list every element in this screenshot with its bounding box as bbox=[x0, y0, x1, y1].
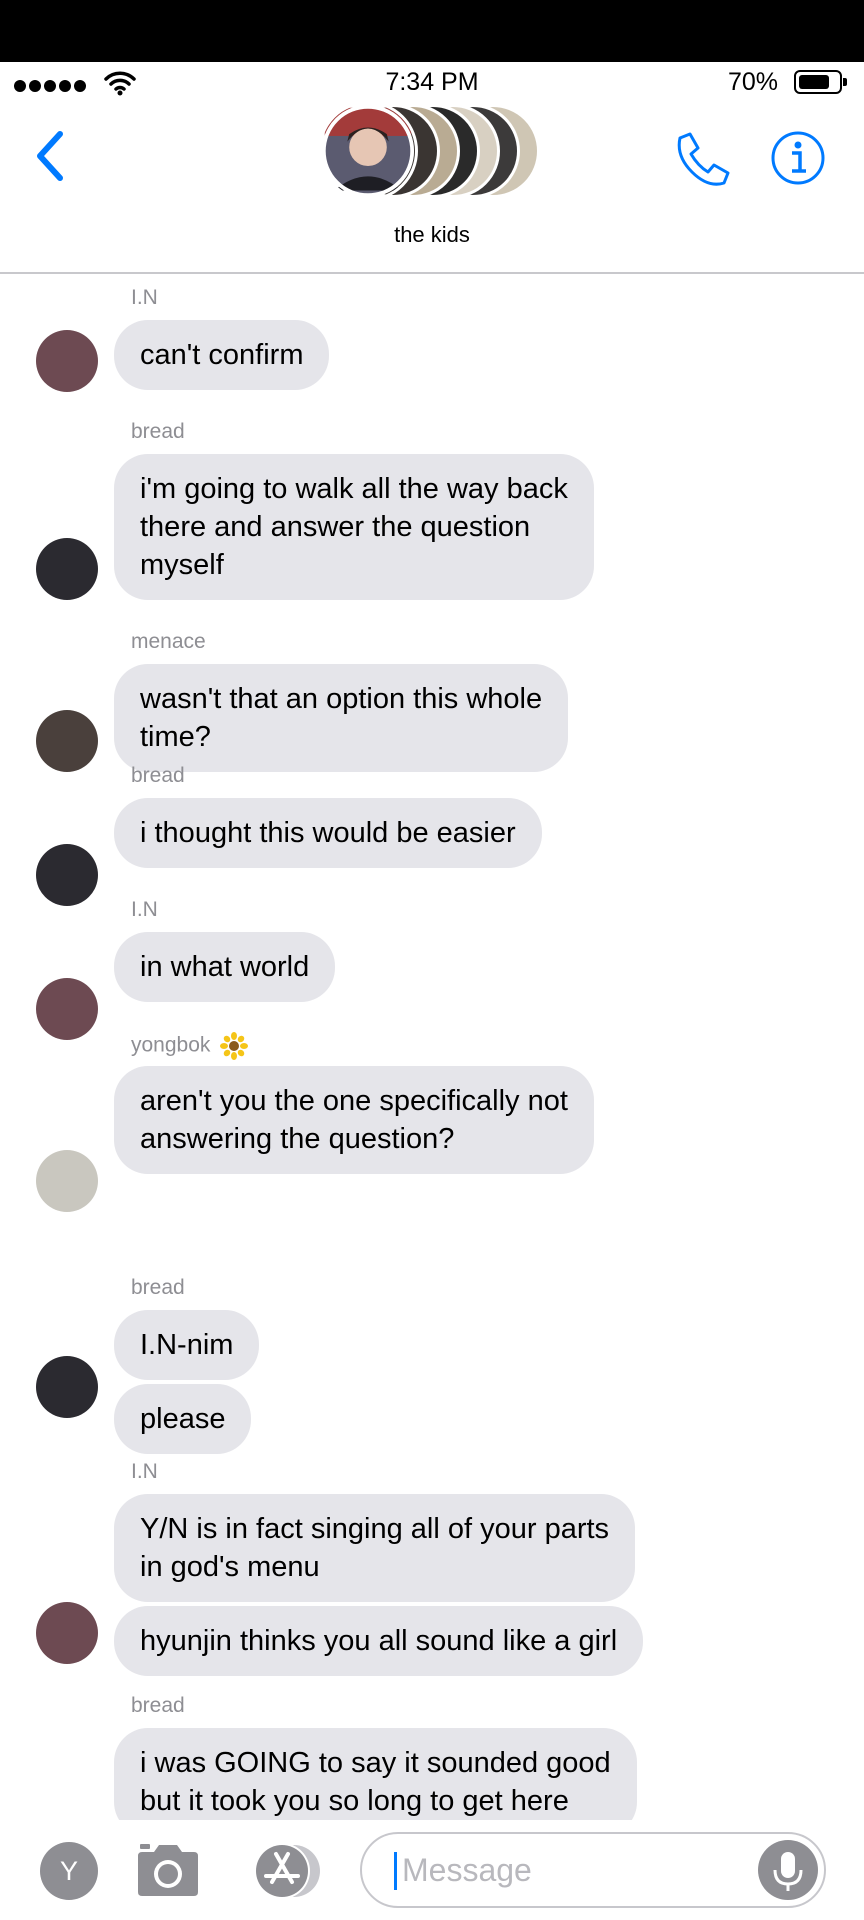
avatar bbox=[36, 538, 98, 600]
message-bubble[interactable]: I.N-nim bbox=[114, 1310, 260, 1380]
group-avatars[interactable] bbox=[318, 101, 548, 202]
message-bubble[interactable]: aren't you the one specifically not answ… bbox=[114, 1066, 594, 1174]
sender-name-text: yongbok bbox=[131, 1033, 211, 1057]
apps-button[interactable]: Y bbox=[40, 1842, 98, 1900]
sender-name: I.N bbox=[131, 286, 158, 309]
text-caret bbox=[394, 1852, 397, 1890]
message-bubble[interactable]: wasn't that an option this whole time? bbox=[114, 664, 569, 772]
status-bar: 7:34 PM 70% bbox=[0, 62, 864, 102]
avatar bbox=[36, 1150, 98, 1212]
avatar bbox=[36, 978, 98, 1040]
message-bubble[interactable]: i was GOING to say it sounded good but i… bbox=[114, 1728, 637, 1820]
sender-name: bread bbox=[131, 420, 185, 443]
message-bubble[interactable]: i'm going to walk all the way back there… bbox=[114, 454, 594, 600]
sunflower-icon bbox=[220, 1032, 249, 1060]
top-black-bar bbox=[0, 0, 864, 62]
microphone-button[interactable] bbox=[758, 1840, 818, 1900]
conversation-header: the kids bbox=[0, 101, 864, 274]
message-placeholder: Message bbox=[402, 1852, 532, 1888]
sender-name: I.N bbox=[131, 898, 158, 921]
avatar bbox=[36, 1356, 98, 1418]
info-icon[interactable] bbox=[770, 130, 826, 186]
message-composer: Y Message bbox=[0, 1820, 864, 1920]
message-bubble[interactable]: Y/N is in fact singing all of your parts… bbox=[114, 1494, 636, 1602]
sender-name: bread bbox=[131, 764, 185, 787]
avatar bbox=[36, 844, 98, 906]
group-name[interactable]: the kids bbox=[0, 222, 864, 248]
avatar bbox=[36, 1602, 98, 1664]
group-main-avatar bbox=[318, 101, 418, 201]
sender-name: menace bbox=[131, 630, 206, 653]
message-bubble[interactable]: please bbox=[114, 1384, 252, 1454]
phone-icon[interactable] bbox=[672, 130, 732, 188]
app-store-icon[interactable] bbox=[246, 1842, 326, 1900]
chevron-left-icon[interactable] bbox=[32, 130, 68, 182]
message-input[interactable]: Message bbox=[360, 1832, 826, 1908]
avatar bbox=[36, 330, 98, 392]
sender-name: bread bbox=[131, 1694, 185, 1717]
message-list[interactable]: I.N can't confirm bread i'm going to wal… bbox=[0, 274, 864, 1820]
message-bubble[interactable]: can't confirm bbox=[114, 320, 330, 390]
message-bubble[interactable]: hyunjin thinks you all sound like a girl bbox=[114, 1606, 644, 1676]
battery-icon bbox=[794, 70, 847, 94]
sender-name: I.N bbox=[131, 1460, 158, 1483]
message-bubble[interactable]: in what world bbox=[114, 932, 336, 1002]
sender-name: yongbok bbox=[131, 1032, 249, 1060]
microphone-icon bbox=[773, 1852, 803, 1891]
camera-icon[interactable] bbox=[134, 1842, 202, 1898]
message-bubble[interactable]: i thought this would be easier bbox=[114, 798, 542, 868]
battery-percent: 70% bbox=[727, 68, 778, 96]
sender-name: bread bbox=[131, 1276, 185, 1299]
avatar bbox=[36, 710, 98, 772]
